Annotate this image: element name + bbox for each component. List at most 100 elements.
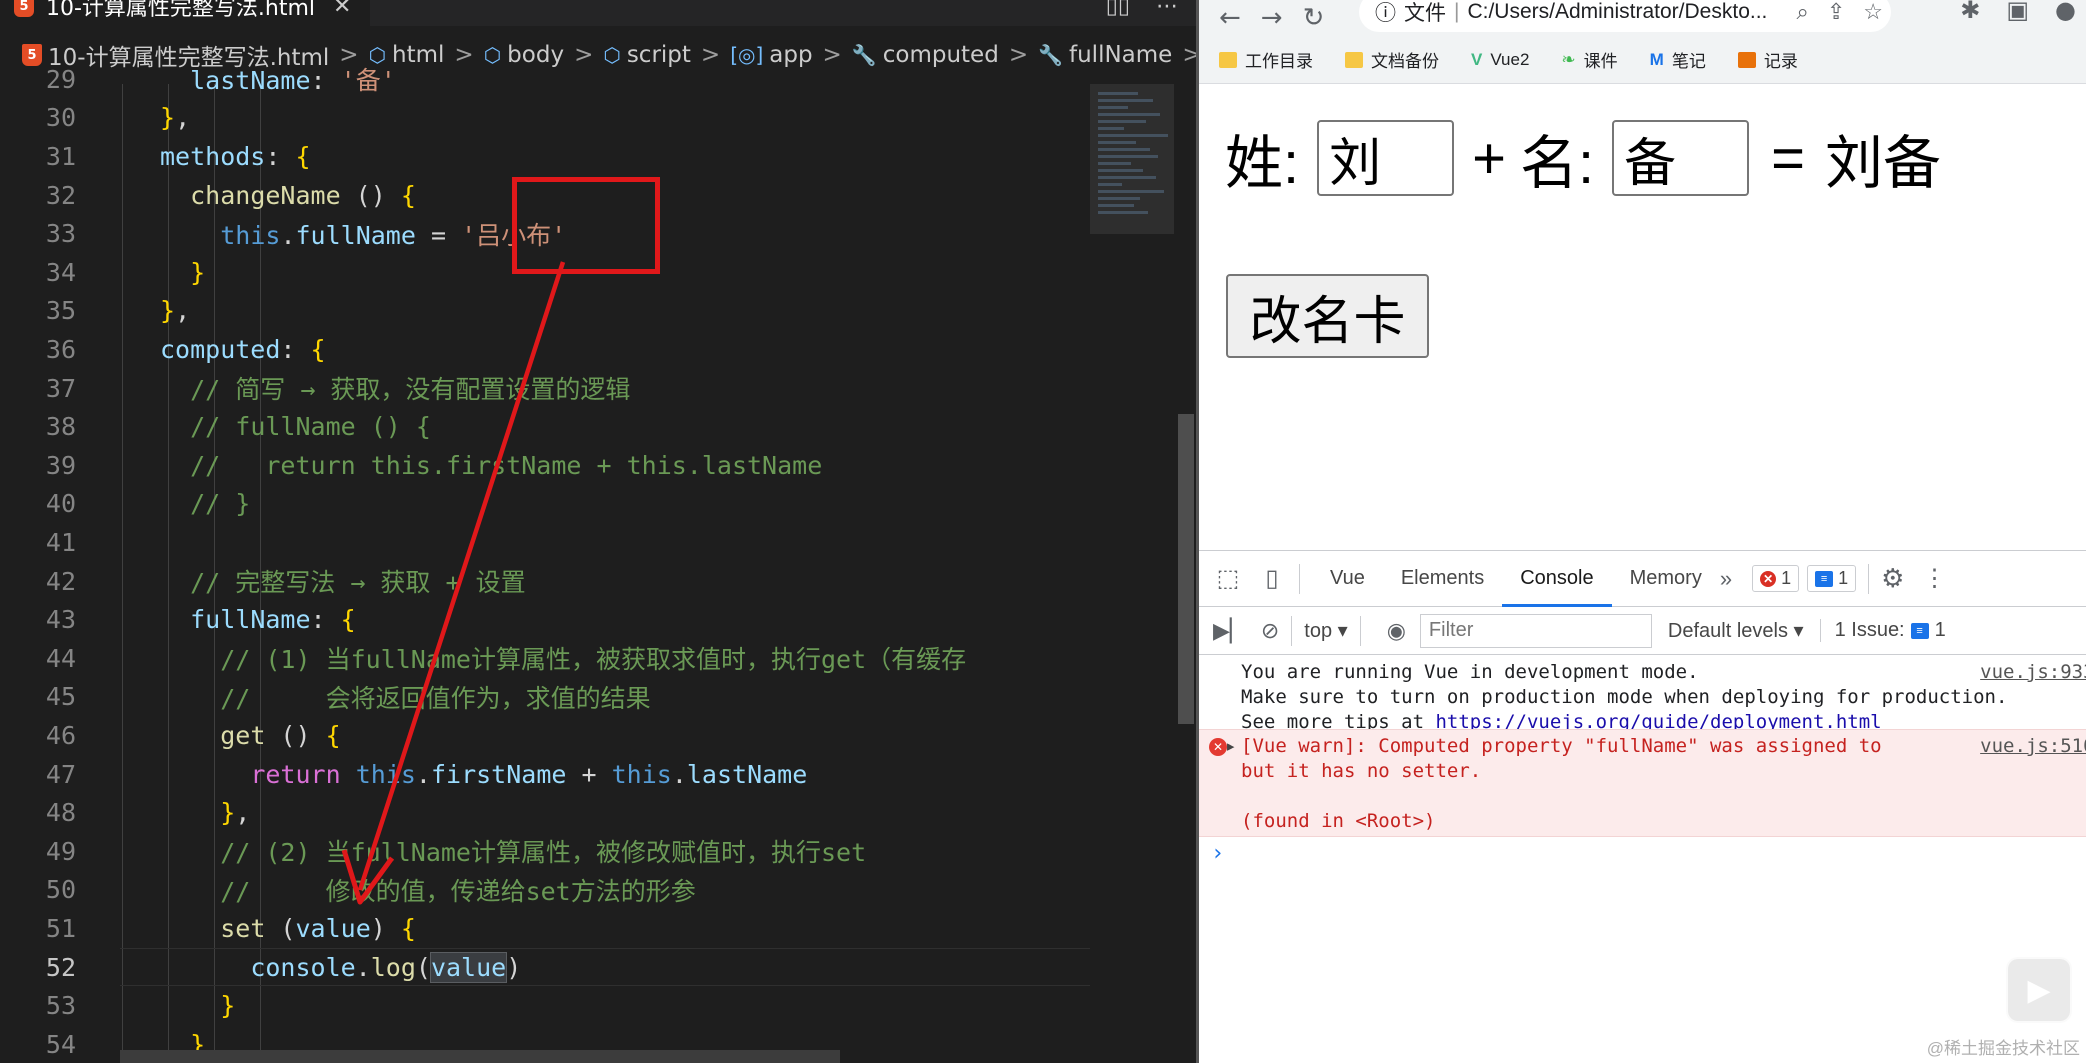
reload-icon[interactable]: ↻ [1303,3,1325,33]
console-output[interactable]: You are running Vue in development mode.… [1199,655,2086,1063]
code-line[interactable]: 43 fullName: { [0,600,1090,639]
minimap-line [1098,134,1168,137]
zoom-icon[interactable]: ⌕ [1797,0,1809,25]
code-line[interactable]: 42 // 完整写法 → 获取 + 设置 [0,562,1090,601]
minimap-line [1098,176,1156,179]
code-line[interactable]: 53 } [0,986,1090,1025]
context-selector[interactable]: top ▾ [1304,618,1347,643]
first-name-input[interactable]: 备 [1612,120,1750,196]
code-text: this.fullName = '吕小布' [220,220,567,250]
star-icon[interactable]: ☆ [1863,0,1883,25]
console-source-link[interactable]: vue.js:9330 [1980,661,2086,683]
sidebar-toggle-icon[interactable]: ▶▏ [1213,618,1247,644]
line-number: 38 [45,412,76,442]
code-line[interactable]: 46 get () { [0,716,1090,755]
code-line[interactable]: 30}, [0,99,1090,138]
bookmark-item[interactable]: 工作目录 [1219,47,1313,72]
back-icon[interactable]: ← [1219,3,1241,33]
last-name-input[interactable]: 刘 [1317,120,1455,196]
inspect-element-icon[interactable]: ⬚ [1213,564,1243,594]
code-text: fullName: { [190,605,356,635]
tab-elements[interactable]: Elements [1383,551,1502,607]
code-line[interactable]: 51 set (value) { [0,909,1090,948]
tab-vue[interactable]: Vue [1312,551,1383,607]
scrollbar-thumb[interactable] [1178,414,1194,724]
bookmark-item[interactable]: M 笔记 [1650,47,1706,72]
code-line[interactable]: 41 [0,523,1090,562]
line-number: 43 [45,605,76,635]
minimap-line [1098,127,1124,130]
play-icon[interactable]: ▶ [2006,957,2072,1023]
code-line[interactable]: 31 methods: { [0,137,1090,176]
sidepanel-icon[interactable]: ▣ [2006,0,2029,24]
code-text: lastName: '备' [190,66,396,96]
html5-file-icon: 5 [14,0,34,17]
share-icon[interactable]: ⇪ [1827,0,1845,25]
code-line[interactable]: 49 // (2) 当fullName计算属性，被修改赋值时，执行set [0,832,1090,871]
info-icon[interactable]: ⓘ [1375,0,1396,27]
bookmark-item[interactable]: ❧ 课件 [1561,47,1617,72]
code-line[interactable]: 47 return this.firstName + this.lastName [0,755,1090,794]
bookmark-item[interactable]: 文档备份 [1345,47,1439,72]
line-number: 44 [45,643,76,673]
watermark: @稀土掘金技术社区 [1926,1039,2080,1058]
horizontal-scrollbar[interactable] [120,1050,840,1063]
code-line[interactable]: 36 computed: { [0,330,1090,369]
code-text: // (2) 当fullName计算属性，被修改赋值时，执行set [220,838,867,868]
console-filter-input[interactable]: Filter [1419,613,1652,648]
settings-gear-icon[interactable]: ⚙ [1881,563,1904,594]
live-expression-eye-icon[interactable]: ◉ [1387,618,1406,644]
vertical-scrollbar[interactable] [1174,84,1196,1063]
expand-arrow-icon[interactable]: ▸ [1225,735,1236,757]
minimap[interactable] [1090,84,1174,1063]
highlight-box [512,177,660,274]
address-text: C:/Users/Administrator/Deskto... [1467,0,1768,23]
leaf-icon: ❧ [1561,49,1576,69]
full-name-output: 刘备 [1825,131,1942,196]
issues-button[interactable]: 1 Issue: ≡ 1 [1819,619,1946,642]
code-line[interactable]: 39 // return this.firstName + this.lastN… [0,446,1090,485]
code-line[interactable]: 29 lastName: '备' [0,60,1090,99]
code-line[interactable]: 52 console.log(value) [0,948,1090,987]
rename-button[interactable]: 改名卡 [1226,274,1429,358]
kebab-menu-icon[interactable]: ⋮ [1922,564,1946,593]
error-count-badge[interactable]: ✕ 1 [1752,565,1800,592]
equals-sign: = [1771,125,1805,191]
extensions-icon[interactable]: ✱ [1960,0,1980,24]
console-prompt[interactable]: › [1211,841,1224,866]
minimap-line [1098,148,1150,151]
code-line[interactable]: 50 // 修改的值，传递给set方法的形参 [0,871,1090,910]
log-levels-dropdown[interactable]: Default levels ▾ [1668,618,1804,643]
line-number: 45 [45,682,76,712]
device-toolbar-icon[interactable]: ▯ [1257,564,1287,594]
split-editor-icon[interactable]: ▯▯ [1106,0,1130,19]
clear-console-icon[interactable]: ⊘ [1261,618,1279,644]
code-line[interactable]: 44 // (1) 当fullName计算属性，被获取求值时，执行get（有缓存 [0,639,1090,678]
tab-memory[interactable]: Memory [1612,551,1720,607]
code-line[interactable]: 38 // fullName () { [0,407,1090,446]
close-icon[interactable]: ✕ [333,0,351,19]
more-tabs-icon[interactable]: » [1720,566,1732,592]
bookmark-item[interactable]: V Vue2 [1471,50,1529,70]
devtools-panel: ⬚ ▯ Vue Elements Console Memory » ✕ 1 ≡ 1 … [1199,550,2086,1063]
minimap-line [1098,120,1146,123]
code-text: } [190,257,206,287]
code-line[interactable]: 45 // 会将返回值作为，求值的结果 [0,678,1090,717]
message-count-badge[interactable]: ≡ 1 [1807,565,1857,592]
bookmark-item[interactable]: 记录 [1737,47,1798,72]
code-line[interactable]: 40 // } [0,485,1090,524]
code-line[interactable]: 48 }, [0,793,1090,832]
editor-tab-active[interactable]: 5 10-计算属性完整写法.html ✕ [0,0,370,26]
code-line[interactable]: 37 // 简写 → 获取，没有配置设置的逻辑 [0,369,1090,408]
console-source-link[interactable]: vue.js:5108 [1980,735,2086,757]
profile-icon[interactable]: ● [2055,0,2076,24]
code-editor[interactable]: 5 10-计算属性完整写法.html ✕ ▯▯ ⋯ 5 10-计算属性完整写法.h… [0,0,1196,1063]
bookmarks-bar: 工作目录 文档备份 V Vue2 ❧ 课件 M 笔记 记录 [1199,36,2086,84]
code-line[interactable]: 35}, [0,292,1090,331]
record-icon [1737,51,1756,68]
code-text: // (1) 当fullName计算属性，被获取求值时，执行get（有缓存 [220,645,967,675]
forward-icon[interactable]: → [1261,3,1283,33]
tab-console[interactable]: Console [1502,551,1613,607]
more-actions-icon[interactable]: ⋯ [1156,0,1178,19]
address-bar[interactable]: ⓘ 文件 | C:/Users/Administrator/Deskto... … [1359,0,1891,32]
